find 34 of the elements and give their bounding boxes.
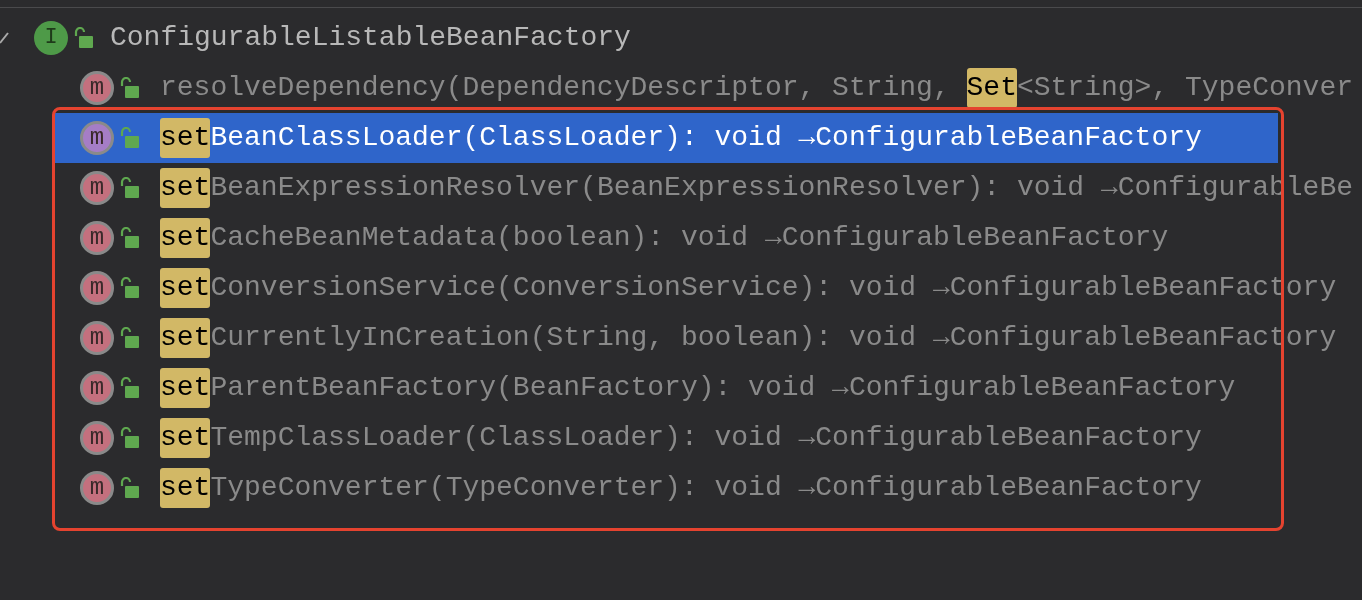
structure-row[interactable]: m setBeanClassLoader(ClassLoader): void →ConfigurableBeanFactory [55,113,1278,163]
method-icon: m [80,221,114,255]
method-icon: m [80,271,114,305]
interface-icon: I [34,21,68,55]
method-icon: m [80,471,114,505]
unlocked-padlock-icon [120,277,140,299]
unlocked-padlock-icon [120,477,140,499]
method-icon: m [80,371,114,405]
unlocked-padlock-icon [120,427,140,449]
method-signature: setTypeConverter(TypeConverter): void →ConfigurableBeanFactory [160,468,1202,508]
structure-row[interactable]: m setTempClassLoader(ClassLoader): void →ConfigurableBeanFactory [55,413,1278,463]
structure-row[interactable]: m setParentBeanFactory(BeanFactory): void →ConfigurableBeanFactory [55,363,1278,413]
expanded-chevron-icon[interactable] [0,31,10,45]
method-icon: m [80,71,114,105]
method-icon: m [80,421,114,455]
method-signature: setBeanClassLoader(ClassLoader): void →ConfigurableBeanFactory [160,118,1202,158]
unlocked-padlock-icon [120,227,140,249]
unlocked-padlock-icon [120,127,140,149]
structure-row[interactable]: m setTypeConverter(TypeConverter): void →ConfigurableBeanFactory [55,463,1278,513]
structure-row[interactable]: m setCacheBeanMetadata(boolean): void →ConfigurableBeanFactory [55,213,1278,263]
method-signature: setTempClassLoader(ClassLoader): void →ConfigurableBeanFactory [160,418,1202,458]
method-signature: setCacheBeanMetadata(boolean): void →ConfigurableBeanFactory [160,218,1169,258]
unlocked-padlock-icon [120,177,140,199]
unlocked-padlock-icon [120,77,140,99]
interface-name: ConfigurableListableBeanFactory [110,24,631,52]
method-icon: m [80,121,114,155]
method-icon: m [80,171,114,205]
method-icon: m [80,321,114,355]
unlocked-padlock-icon [74,27,94,49]
unlocked-padlock-icon [120,377,140,399]
method-signature: resolveDependency(DependencyDescriptor, String, Set<String>, TypeConver [160,68,1353,108]
unlocked-padlock-icon [120,327,140,349]
structure-row[interactable]: m resolveDependency(DependencyDescriptor, String, Set<String>, TypeConver [55,63,1357,113]
method-signature: setParentBeanFactory(BeanFactory): void →ConfigurableBeanFactory [160,368,1236,408]
